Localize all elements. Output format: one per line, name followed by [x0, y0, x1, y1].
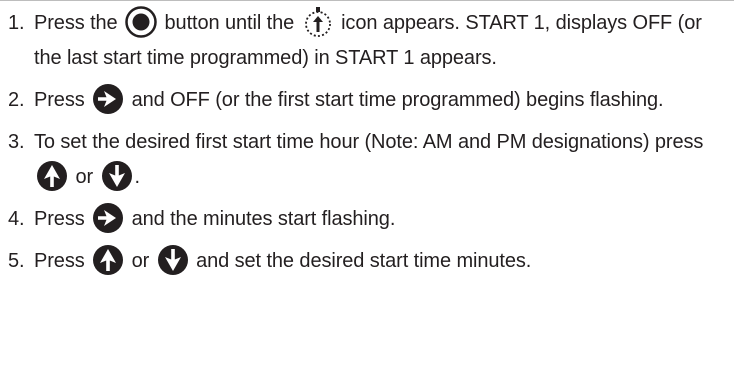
step-text: or — [75, 166, 94, 188]
step-number: 2. — [8, 89, 25, 111]
down-arrow-button-icon — [157, 244, 189, 276]
right-arrow-button-icon — [92, 202, 124, 234]
step-5: 5. Press or and set the desired start ti… — [8, 244, 730, 279]
step-text: and OFF (or the first start time program… — [131, 89, 664, 111]
step-text: and set the desired start time minutes. — [196, 250, 532, 272]
mode-dial-button-icon — [125, 5, 157, 38]
step-text: Press — [34, 250, 85, 272]
step-4: 4. Press and the minutes start flashing. — [8, 202, 730, 237]
top-divider — [0, 0, 734, 1]
step-number: 1. — [8, 12, 25, 34]
step-text: To set the desired first start time hour… — [34, 131, 704, 153]
up-arrow-button-icon — [36, 160, 68, 192]
step-number: 3. — [8, 131, 25, 153]
step-text: Press — [34, 208, 85, 230]
step-number: 4. — [8, 208, 25, 230]
up-arrow-button-icon — [92, 244, 124, 276]
step-3: 3. To set the desired first start time h… — [8, 125, 730, 195]
right-arrow-button-icon — [92, 83, 124, 115]
step-number: 5. — [8, 250, 25, 272]
down-arrow-button-icon — [101, 160, 133, 192]
stopwatch-start-icon — [302, 6, 334, 38]
step-1: 1. Press the button until the icon appea… — [8, 5, 730, 76]
step-2: 2. Press and OFF (or the first start tim… — [8, 83, 730, 118]
step-text: button until the — [164, 12, 295, 34]
step-text: Press — [34, 89, 85, 111]
step-text: or — [131, 250, 150, 272]
step-text: . — [134, 166, 141, 188]
step-text: Press the — [34, 12, 118, 34]
instruction-list: 1. Press the button until the icon appea… — [8, 5, 730, 279]
step-text: and the minutes start flashing. — [131, 208, 396, 230]
